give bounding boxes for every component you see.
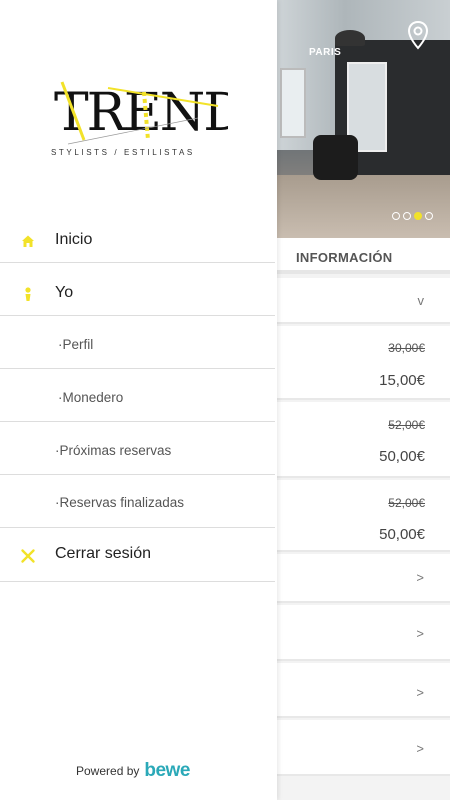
- menu-item-label: Cerrar sesión: [55, 545, 152, 562]
- trend-logo: TREND: [54, 81, 228, 145]
- carousel-dots: [392, 212, 433, 220]
- price: 50,00€: [379, 526, 425, 543]
- list-row[interactable]: >: [275, 720, 450, 776]
- menu-item-label: ·Próximas reservas: [55, 443, 172, 458]
- navigation-drawer: TREND STYLISTS / ESTILISTAS Inicio Yo ·P…: [0, 0, 277, 800]
- chevron-right-icon: >: [416, 626, 424, 641]
- bewe-logo: bewe: [144, 760, 190, 781]
- service-card[interactable]: 30,00€ 15,00€: [275, 326, 450, 400]
- carousel-dot[interactable]: [403, 212, 411, 220]
- info-expand-row[interactable]: v: [275, 278, 450, 324]
- menu-item-perfil[interactable]: ·Perfil: [0, 317, 275, 369]
- menu-item-label: ·Perfil: [58, 337, 94, 352]
- menu-item-monedero[interactable]: ·Monedero: [0, 370, 275, 422]
- list-row[interactable]: >: [275, 663, 450, 718]
- chevron-right-icon: >: [416, 741, 424, 756]
- menu-item-cerrar-sesion[interactable]: Cerrar sesión: [0, 529, 275, 582]
- photo-floor: [275, 175, 450, 238]
- old-price: 52,00€: [388, 418, 425, 432]
- menu-item-reservas-finalizadas[interactable]: ·Reservas finalizadas: [0, 476, 275, 528]
- logo-subtitle: STYLISTS / ESTILISTAS: [51, 148, 195, 157]
- old-price: 52,00€: [388, 496, 425, 510]
- chevron-right-icon: >: [416, 685, 424, 700]
- photo-lamp: [335, 30, 365, 46]
- menu-item-label: ·Reservas finalizadas: [55, 495, 185, 510]
- info-title: INFORMACIÓN: [296, 250, 393, 265]
- list-row[interactable]: >: [275, 605, 450, 661]
- list-row[interactable]: >: [275, 554, 450, 603]
- salon-photo[interactable]: PARIS: [275, 0, 450, 238]
- carousel-dot[interactable]: [425, 212, 433, 220]
- service-card[interactable]: 52,00€ 50,00€: [275, 480, 450, 552]
- price: 15,00€: [379, 372, 425, 389]
- menu-item-label: Yo: [55, 284, 74, 301]
- user-icon: [25, 287, 31, 301]
- photo-chair: [313, 135, 358, 180]
- home-icon: [22, 235, 34, 247]
- carousel-dot-active[interactable]: [414, 212, 422, 220]
- menu-item-label: Inicio: [55, 231, 93, 248]
- close-icon: [21, 549, 35, 563]
- powered-by-label: Powered by: [76, 764, 140, 778]
- service-card[interactable]: 52,00€ 50,00€: [275, 402, 450, 478]
- photo-sign: PARIS: [309, 47, 342, 58]
- carousel-dot[interactable]: [392, 212, 400, 220]
- chevron-right-icon: >: [416, 570, 424, 585]
- old-price: 30,00€: [388, 341, 425, 355]
- powered-by[interactable]: Powered by bewe: [76, 760, 190, 782]
- menu-item-proximas-reservas[interactable]: ·Próximas reservas: [0, 423, 275, 475]
- menu-item-label: ·Monedero: [58, 390, 124, 405]
- location-pin-icon[interactable]: [406, 20, 430, 50]
- menu-item-inicio[interactable]: Inicio: [0, 215, 275, 263]
- menu-item-yo[interactable]: Yo: [0, 264, 275, 316]
- logo-text: TREND: [54, 83, 228, 143]
- info-section-header: INFORMACIÓN: [275, 238, 450, 274]
- chevron-down-icon: v: [417, 293, 425, 308]
- photo-mirror: [280, 68, 306, 138]
- price: 50,00€: [379, 448, 425, 465]
